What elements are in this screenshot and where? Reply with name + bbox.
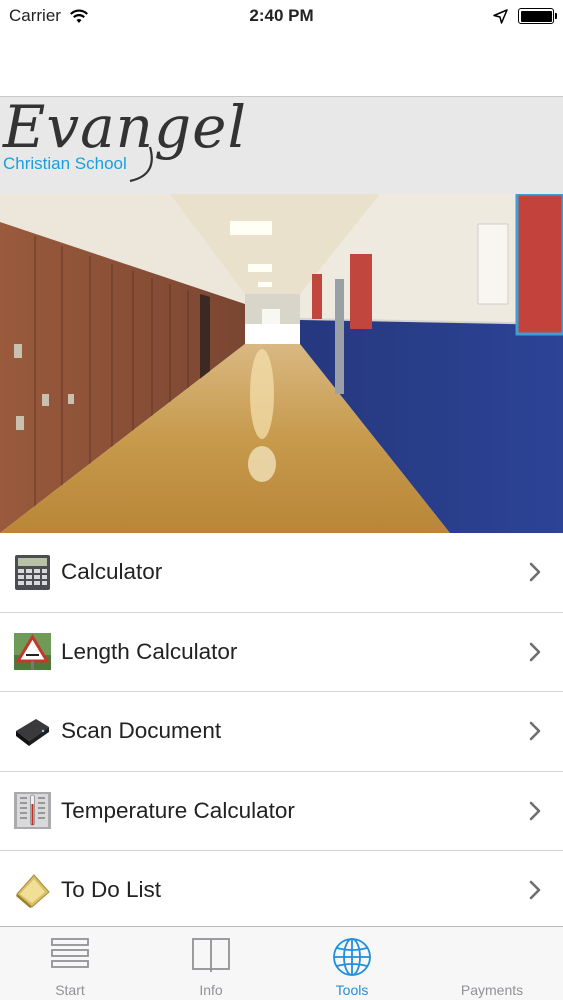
chevron-right-icon bbox=[529, 562, 541, 582]
list-item-scan-document[interactable]: Scan Document bbox=[0, 692, 563, 772]
list-icon bbox=[51, 938, 89, 968]
clock: 2:40 PM bbox=[249, 6, 314, 25]
tab-tools[interactable]: Tools bbox=[282, 927, 422, 1000]
list-item-label: Temperature Calculator bbox=[61, 797, 295, 823]
book-icon bbox=[192, 938, 230, 972]
tab-payments[interactable]: Payments bbox=[422, 927, 562, 1000]
list-item-calculator[interactable]: Calculator bbox=[0, 533, 563, 613]
note-icon bbox=[16, 873, 50, 908]
calculator-icon bbox=[15, 554, 50, 590]
scanner-icon bbox=[16, 718, 49, 746]
tab-start[interactable]: Start bbox=[0, 927, 140, 1000]
tab-label: Tools bbox=[335, 982, 369, 998]
ruler-sign-icon bbox=[14, 633, 51, 671]
location-arrow-icon bbox=[493, 8, 508, 24]
chevron-right-icon bbox=[529, 801, 541, 821]
tab-label: Info bbox=[199, 982, 223, 998]
list-item-label: Calculator bbox=[61, 559, 163, 585]
logo-swoosh-icon bbox=[129, 146, 153, 183]
tools-list: Calculator Length Calculator Scan Docume… bbox=[0, 533, 563, 931]
list-item-label: Scan Document bbox=[61, 718, 222, 744]
battery-icon bbox=[518, 8, 557, 24]
tab-label: Start bbox=[55, 982, 85, 998]
status-bar: Carrier 2:40 PM bbox=[0, 0, 563, 32]
tab-bar: Start Info Tools Payments bbox=[0, 926, 563, 1000]
list-item-length-calculator[interactable]: Length Calculator bbox=[0, 613, 563, 692]
tab-info[interactable]: Info bbox=[141, 927, 281, 1000]
school-logo-banner: Evangel Christian School bbox=[0, 93, 563, 194]
list-item-label: To Do List bbox=[61, 877, 162, 903]
tab-label: Payments bbox=[460, 982, 524, 998]
chevron-right-icon bbox=[529, 642, 541, 662]
logo-subtitle: Christian School bbox=[3, 154, 127, 173]
list-item-temperature-calculator[interactable]: Temperature Calculator bbox=[0, 772, 563, 851]
thermometer-icon bbox=[14, 792, 51, 830]
globe-icon bbox=[333, 938, 371, 976]
school-hallway-image bbox=[0, 194, 563, 533]
list-item-to-do-list[interactable]: To Do List bbox=[0, 851, 563, 931]
status-right bbox=[493, 8, 557, 24]
list-item-label: Length Calculator bbox=[61, 638, 238, 664]
chevron-right-icon bbox=[529, 721, 541, 741]
chevron-right-icon bbox=[529, 880, 541, 900]
